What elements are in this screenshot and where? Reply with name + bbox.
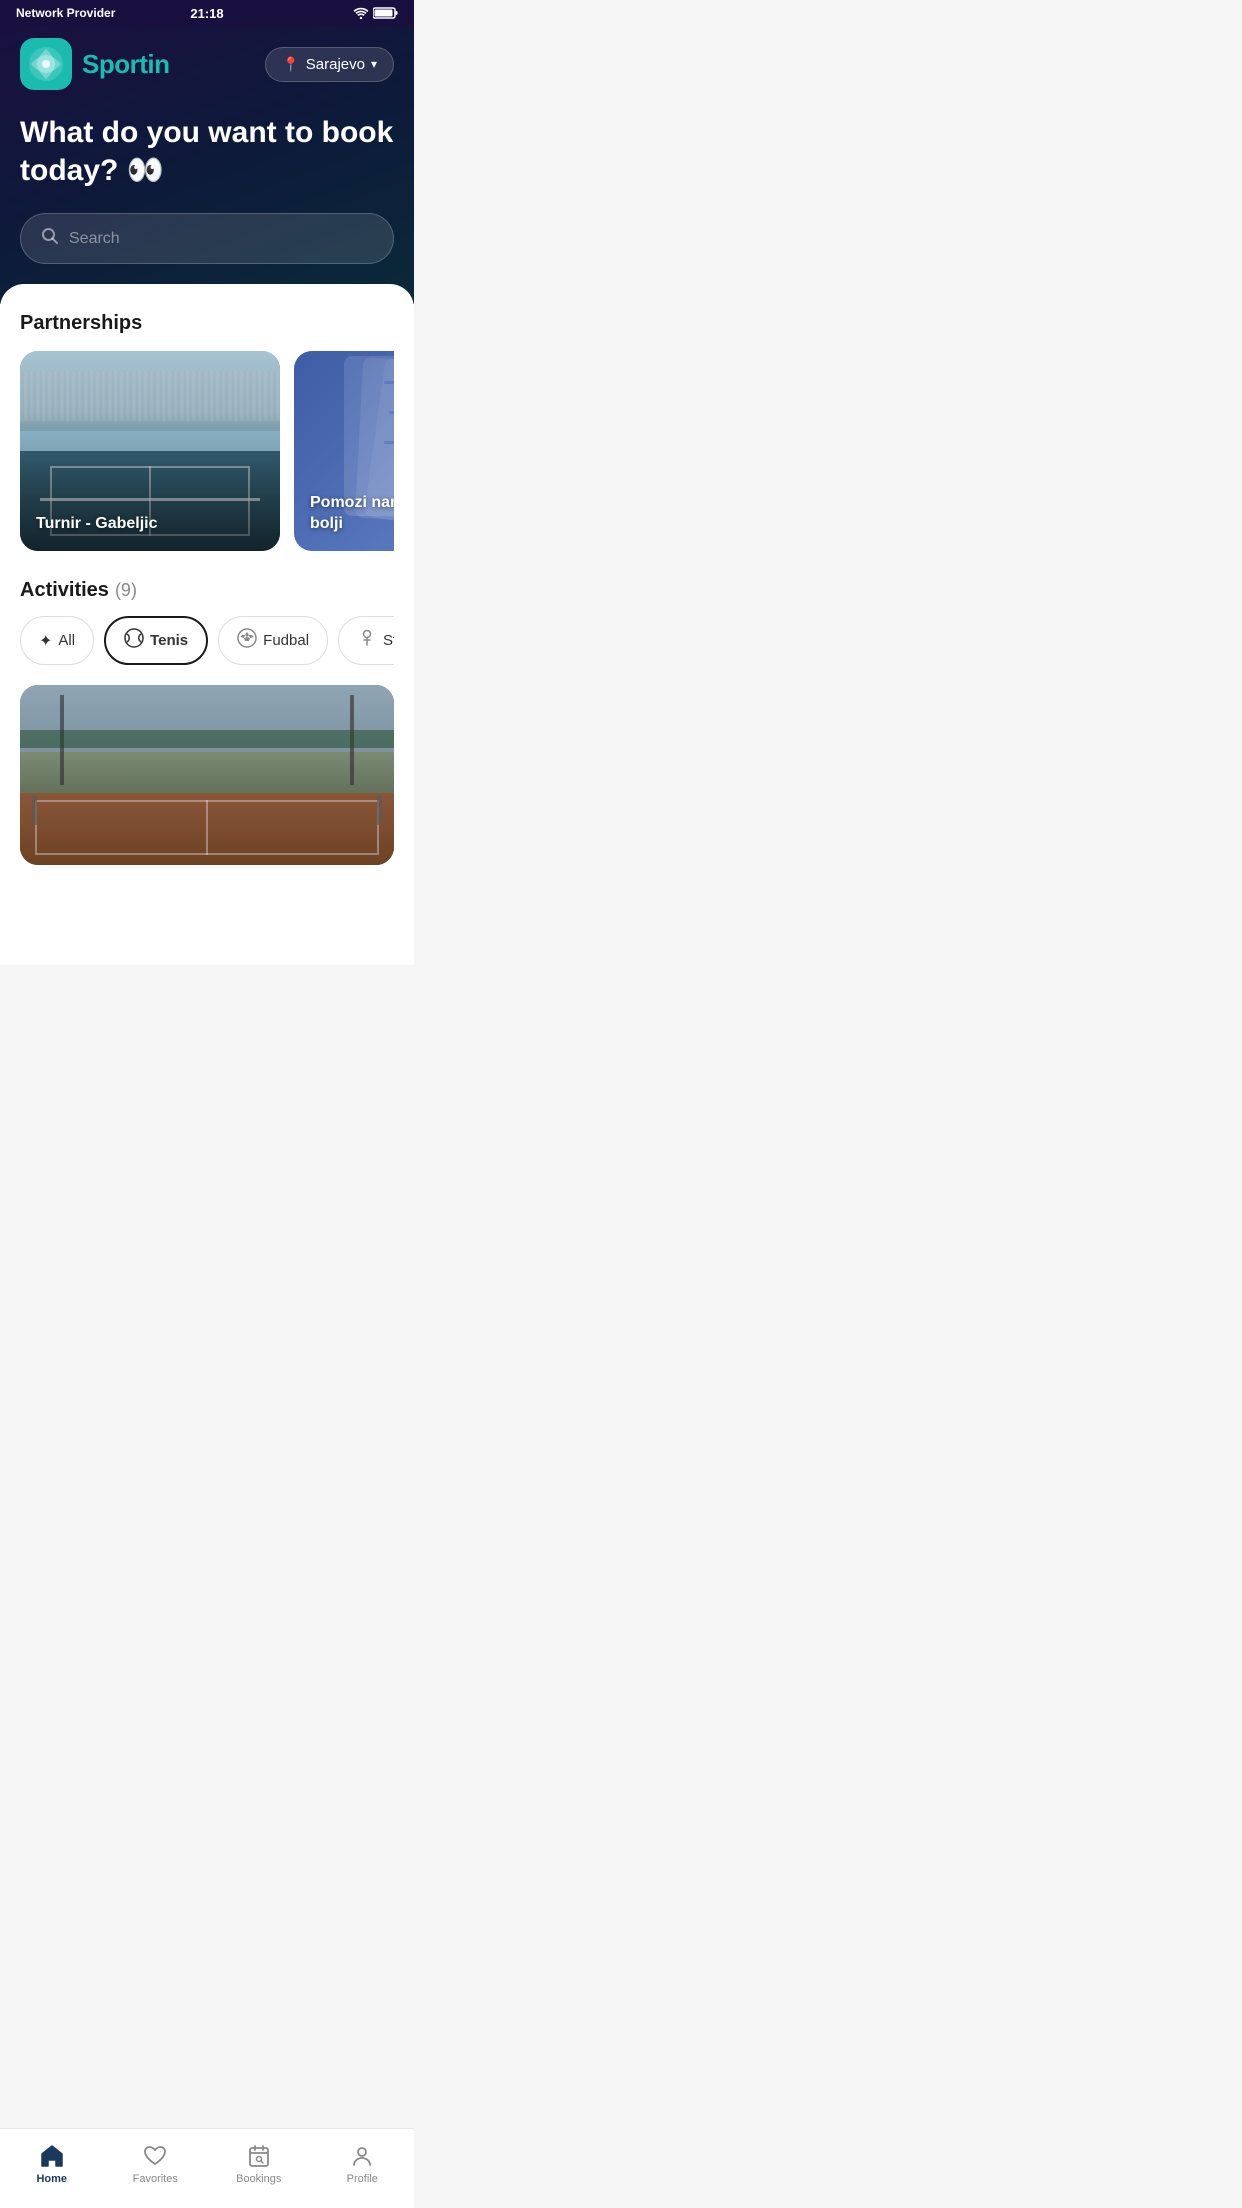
nav-favorites-label: Favorites (133, 2173, 178, 2185)
app-logo-icon (20, 38, 72, 90)
all-icon: ✦ (39, 631, 52, 651)
activity-card-1[interactable] (20, 685, 394, 865)
activities-header: Activities (9) (20, 579, 394, 602)
filter-chip-fudbal-label: Fudbal (263, 632, 309, 649)
partnerships-section: Partnerships (20, 312, 394, 551)
header-row: Sportin 📍 Sarajevo ▾ (20, 38, 394, 90)
fudbal-icon (237, 628, 257, 653)
battery-icon (373, 7, 398, 19)
pin-icon: 📍 (282, 56, 299, 73)
heart-icon (142, 2143, 168, 2169)
activities-title: Activities (20, 579, 109, 602)
search-icon (41, 227, 59, 250)
search-bar[interactable]: Search (20, 213, 394, 264)
activities-section: Activities (9) ✦ All Tenis (20, 579, 394, 865)
filter-chips-row: ✦ All Tenis (20, 616, 394, 665)
status-icons (353, 7, 398, 19)
activities-count: (9) (115, 580, 137, 601)
logo-text: Sportin (82, 49, 170, 80)
search-placeholder: Search (69, 230, 120, 248)
filter-chip-squash-label: St... (383, 632, 394, 649)
nav-item-home[interactable]: Home (0, 2143, 104, 2185)
hero-section: Sportin 📍 Sarajevo ▾ What do you want to… (0, 26, 414, 304)
filter-chip-tenis-label: Tenis (150, 632, 188, 649)
filter-chip-squash[interactable]: St... (338, 616, 394, 665)
logo-svg (27, 45, 65, 83)
chevron-down-icon: ▾ (371, 57, 377, 71)
hero-title: What do you want to book today? 👀 (20, 114, 394, 189)
wifi-icon (353, 7, 369, 19)
partnership-card-label-2: Pomozi nambolji (310, 493, 394, 535)
nav-home-label: Home (36, 2173, 67, 2185)
main-content: Partnerships (0, 284, 414, 965)
filter-chip-all-label: All (58, 632, 75, 649)
partnerships-scroll[interactable]: Turnir - Gabeljic ✓ ✓ ✓ (20, 351, 394, 551)
squash-icon (357, 628, 377, 653)
filter-chip-tenis[interactable]: Tenis (104, 616, 208, 665)
logo-area: Sportin (20, 38, 170, 90)
nav-bookings-label: Bookings (236, 2173, 281, 2185)
partnership-card-stadium[interactable]: Turnir - Gabeljic (20, 351, 280, 551)
tenis-icon (124, 628, 144, 653)
home-icon (39, 2143, 65, 2169)
filter-chip-fudbal[interactable]: Fudbal (218, 616, 328, 665)
nav-item-profile[interactable]: Profile (311, 2143, 415, 2185)
filter-chip-all[interactable]: ✦ All (20, 616, 94, 665)
time-display: 21:18 (190, 6, 223, 21)
nav-item-bookings[interactable]: Bookings (207, 2143, 311, 2185)
status-bar: Network Provider 21:18 (0, 0, 414, 26)
carrier-text: Network Provider (16, 6, 115, 20)
bottom-nav: Home Favorites Bookings Profile (0, 2128, 414, 2208)
location-label: Sarajevo (306, 56, 365, 73)
profile-icon (349, 2143, 375, 2169)
nav-profile-label: Profile (347, 2173, 378, 2185)
nav-item-favorites[interactable]: Favorites (104, 2143, 208, 2185)
partnerships-title: Partnerships (20, 312, 394, 335)
partnership-card-survey[interactable]: ✓ ✓ ✓ Pomozi nambolji (294, 351, 394, 551)
partnership-card-label-1: Turnir - Gabeljic (36, 514, 158, 535)
bookings-icon (246, 2143, 272, 2169)
location-button[interactable]: 📍 Sarajevo ▾ (265, 47, 394, 82)
